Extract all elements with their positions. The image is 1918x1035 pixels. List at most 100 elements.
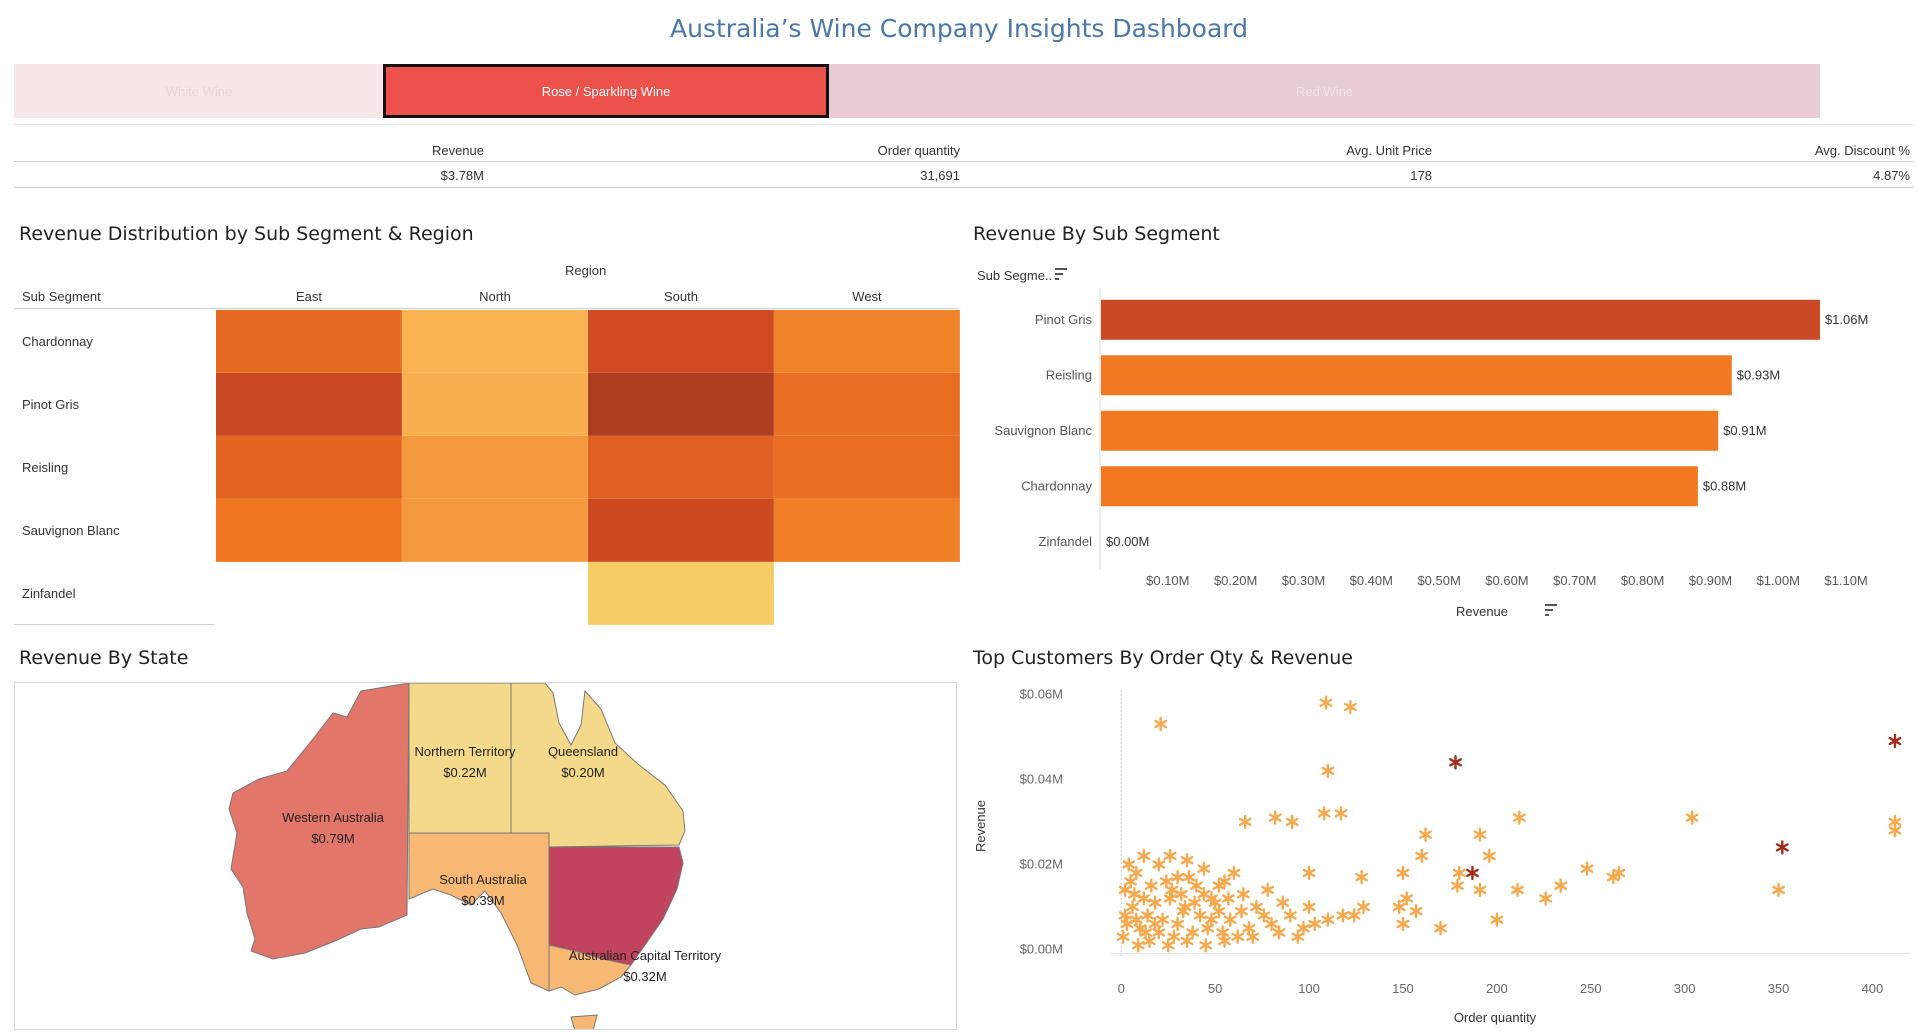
scatter-point-33[interactable] <box>1539 891 1553 906</box>
scatter-point-2[interactable] <box>1343 699 1357 715</box>
scatter-point-50[interactable] <box>1265 916 1278 932</box>
scatter-point-74[interactable] <box>1156 912 1169 927</box>
heatmap-cell-reisling-west[interactable] <box>774 436 960 499</box>
bar-chardonnay[interactable] <box>1101 466 1698 507</box>
scatter-point-70[interactable] <box>1116 929 1130 944</box>
state-south-australia[interactable] <box>408 832 550 992</box>
sort-icon[interactable] <box>1055 268 1067 280</box>
scatter-point-26[interactable] <box>1580 861 1594 876</box>
scatter-point-14[interactable] <box>1775 840 1789 855</box>
scatter-point-7[interactable] <box>1238 814 1252 830</box>
scatter-point-73[interactable] <box>1148 895 1162 910</box>
heatmap-cell-sauvignon-blanc-east[interactable] <box>216 499 402 562</box>
scatter-point-44[interactable] <box>1302 899 1316 915</box>
scatter-point-93[interactable] <box>1124 874 1138 889</box>
scatter-point-34[interactable] <box>1490 912 1504 927</box>
scatter-point-109[interactable] <box>1188 895 1201 910</box>
heatmap-cell-chardonnay-east[interactable] <box>216 310 402 373</box>
scatter-point-78[interactable] <box>1186 925 1200 940</box>
heatmap-cell-reisling-north[interactable] <box>402 436 588 499</box>
scatter-point-31[interactable] <box>1452 865 1466 881</box>
scatter-point-58[interactable] <box>1197 861 1211 876</box>
bar-sauvignon-blanc[interactable] <box>1101 410 1719 451</box>
scatter-point-99[interactable] <box>1235 904 1248 919</box>
scatter-point-43[interactable] <box>1321 912 1335 927</box>
scatter-point-76[interactable] <box>1171 916 1185 932</box>
scatter-point-59[interactable] <box>1189 878 1203 893</box>
scatter-point-85[interactable] <box>1144 878 1158 893</box>
scatter-point-39[interactable] <box>1434 921 1447 936</box>
scatter-point-32[interactable] <box>1511 882 1524 898</box>
scatter-point-15[interactable] <box>1466 865 1479 881</box>
scatter-point-5[interactable] <box>1317 806 1331 821</box>
heatmap-cell-pinot-gris-west[interactable] <box>774 373 960 436</box>
scatter-point-6[interactable] <box>1334 806 1348 821</box>
heatmap-cell-chardonnay-west[interactable] <box>774 310 960 373</box>
bar-reisling[interactable] <box>1101 355 1732 396</box>
scatter-point-28[interactable] <box>1772 882 1785 898</box>
scatter-point-48[interactable] <box>1276 895 1290 910</box>
scatter-point-82[interactable] <box>1216 925 1230 940</box>
heatmap-cell-pinot-gris-east[interactable] <box>216 373 402 436</box>
heatmap-cell-sauvignon-blanc-south[interactable] <box>588 499 774 562</box>
heatmap-cell-sauvignon-blanc-north[interactable] <box>402 499 588 562</box>
heatmap-cell-reisling-east[interactable] <box>216 436 402 499</box>
scatter-point-47[interactable] <box>1283 908 1297 923</box>
scatter-point-94[interactable] <box>1197 886 1211 902</box>
scatter-point-65[interactable] <box>1129 865 1143 881</box>
scatter-point-87[interactable] <box>1174 886 1188 902</box>
heatmap-cell-chardonnay-north[interactable] <box>402 310 588 373</box>
scatter-point-23[interactable] <box>1302 865 1316 881</box>
scatter-point-10[interactable] <box>1888 733 1902 749</box>
scatter-point-9[interactable] <box>1449 755 1462 770</box>
scatter-point-54[interactable] <box>1227 865 1241 881</box>
heatmap-cell-pinot-gris-north[interactable] <box>402 373 588 436</box>
heatmap-cell-zinfandel-south[interactable] <box>588 562 774 625</box>
state-tasmania[interactable] <box>570 1014 598 1030</box>
scatter-point-46[interactable] <box>1297 921 1310 936</box>
scatter-point-68[interactable] <box>1126 899 1139 915</box>
bar-pinot-gris[interactable] <box>1101 299 1820 340</box>
scatter-point-22[interactable] <box>1355 869 1369 885</box>
scatter-point-61[interactable] <box>1171 869 1185 885</box>
scatter-point-102[interactable] <box>1180 933 1194 949</box>
scatter-point-89[interactable] <box>1167 929 1181 944</box>
scatter-point-0[interactable] <box>1154 716 1168 732</box>
scatter-point-40[interactable] <box>1347 908 1361 923</box>
scatter-point-35[interactable] <box>1392 899 1406 915</box>
scatter-point-21[interactable] <box>1396 865 1410 881</box>
scatter-point-101[interactable] <box>1161 938 1175 953</box>
scatter-point-75[interactable] <box>1163 891 1177 906</box>
scatter-point-111[interactable] <box>1221 891 1235 906</box>
tab-rose-sparkling-wine[interactable]: Rose / Sparkling Wine <box>383 64 829 118</box>
heatmap-cell-pinot-gris-south[interactable] <box>588 373 774 436</box>
scatter-point-64[interactable] <box>1137 848 1151 864</box>
scatter-point-104[interactable] <box>1218 933 1231 949</box>
scatter-point-79[interactable] <box>1193 908 1207 923</box>
axis-sort-icon[interactable] <box>1545 604 1557 616</box>
scatter-point-41[interactable] <box>1357 899 1370 915</box>
scatter-point-13[interactable] <box>1888 823 1902 838</box>
scatter-point-88[interactable] <box>1182 869 1196 885</box>
scatter-point-62[interactable] <box>1163 848 1177 864</box>
scatter-point-37[interactable] <box>1400 891 1414 906</box>
scatter-point-38[interactable] <box>1396 916 1410 932</box>
scatter-point-3[interactable] <box>1321 763 1335 779</box>
scatter-point-19[interactable] <box>1482 848 1496 864</box>
scatter-point-83[interactable] <box>1223 912 1237 927</box>
scatter-point-16[interactable] <box>1512 810 1526 825</box>
scatter-point-51[interactable] <box>1250 899 1263 915</box>
scatter-point-8[interactable] <box>1268 810 1282 825</box>
heatmap-cell-chardonnay-south[interactable] <box>588 310 774 373</box>
scatter-point-1[interactable] <box>1319 695 1333 710</box>
scatter-point-29[interactable] <box>1451 878 1464 893</box>
heatmap-cell-sauvignon-blanc-west[interactable] <box>774 499 960 562</box>
scatter-point-86[interactable] <box>1159 874 1173 889</box>
tab-red-wine[interactable]: Red Wine <box>829 64 1820 118</box>
scatter-point-30[interactable] <box>1473 882 1487 898</box>
scatter-point-63[interactable] <box>1152 857 1166 872</box>
tab-white-wine[interactable]: White Wine <box>14 64 384 118</box>
scatter-point-97[interactable] <box>1272 925 1286 940</box>
scatter-point-52[interactable] <box>1236 886 1250 902</box>
scatter-point-66[interactable] <box>1122 857 1136 872</box>
